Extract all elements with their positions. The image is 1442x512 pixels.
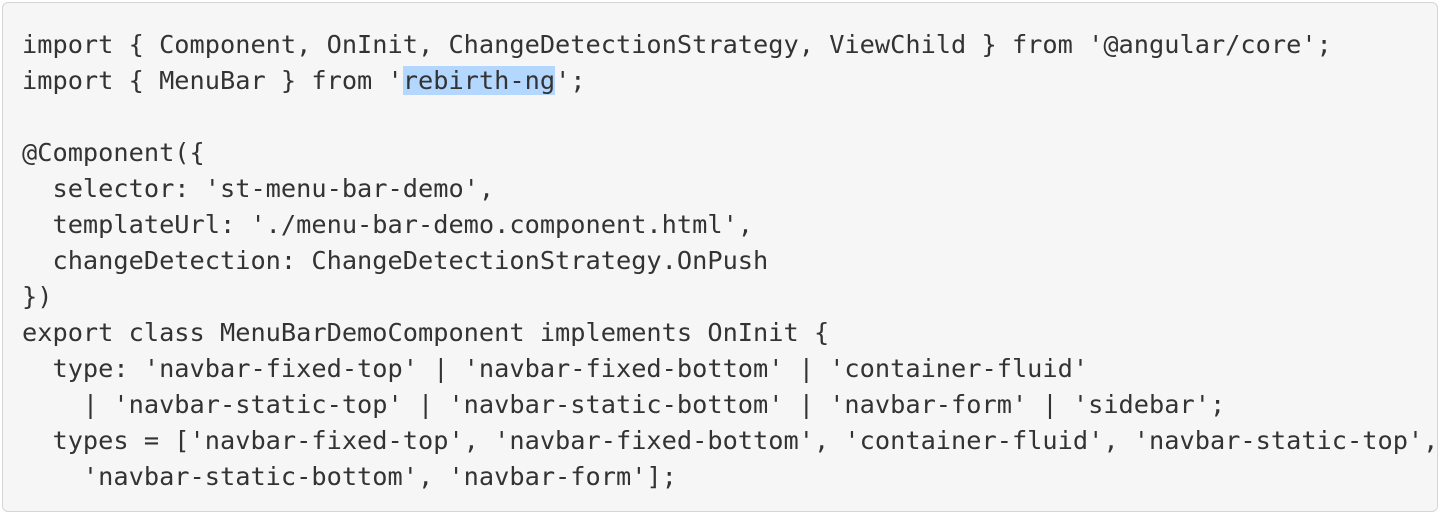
code-line-11: | 'navbar-static-top' | 'navbar-static-b… [22, 390, 1226, 419]
code-line-1: import { Component, OnInit, ChangeDetect… [22, 30, 1332, 59]
code-line-4: @Component({ [22, 138, 205, 167]
code-line-9: export class MenuBarDemoComponent implem… [22, 318, 830, 347]
code-line-12: types = ['navbar-fixed-top', 'navbar-fix… [22, 426, 1438, 455]
code-line-2: import { MenuBar } from 'rebirth-ng'; [22, 63, 1437, 99]
code-line-7: changeDetection: ChangeDetectionStrategy… [22, 246, 769, 275]
code-line-6: templateUrl: './menu-bar-demo.component.… [22, 210, 754, 239]
code-content[interactable]: import { Component, OnInit, ChangeDetect… [22, 27, 1438, 495]
code-line-10: type: 'navbar-fixed-top' | 'navbar-fixed… [22, 354, 1089, 383]
code-line-8: }) [22, 282, 53, 311]
selected-text[interactable]: rebirth-ng [402, 66, 556, 95]
code-line-2-after: '; [555, 66, 586, 95]
code-line-5: selector: 'st-menu-bar-demo', [22, 174, 495, 203]
code-block[interactable]: import { Component, OnInit, ChangeDetect… [2, 2, 1438, 512]
code-line-13: 'navbar-static-bottom', 'navbar-form']; [22, 462, 677, 491]
code-line-2-before: import { MenuBar } from ' [22, 66, 403, 95]
